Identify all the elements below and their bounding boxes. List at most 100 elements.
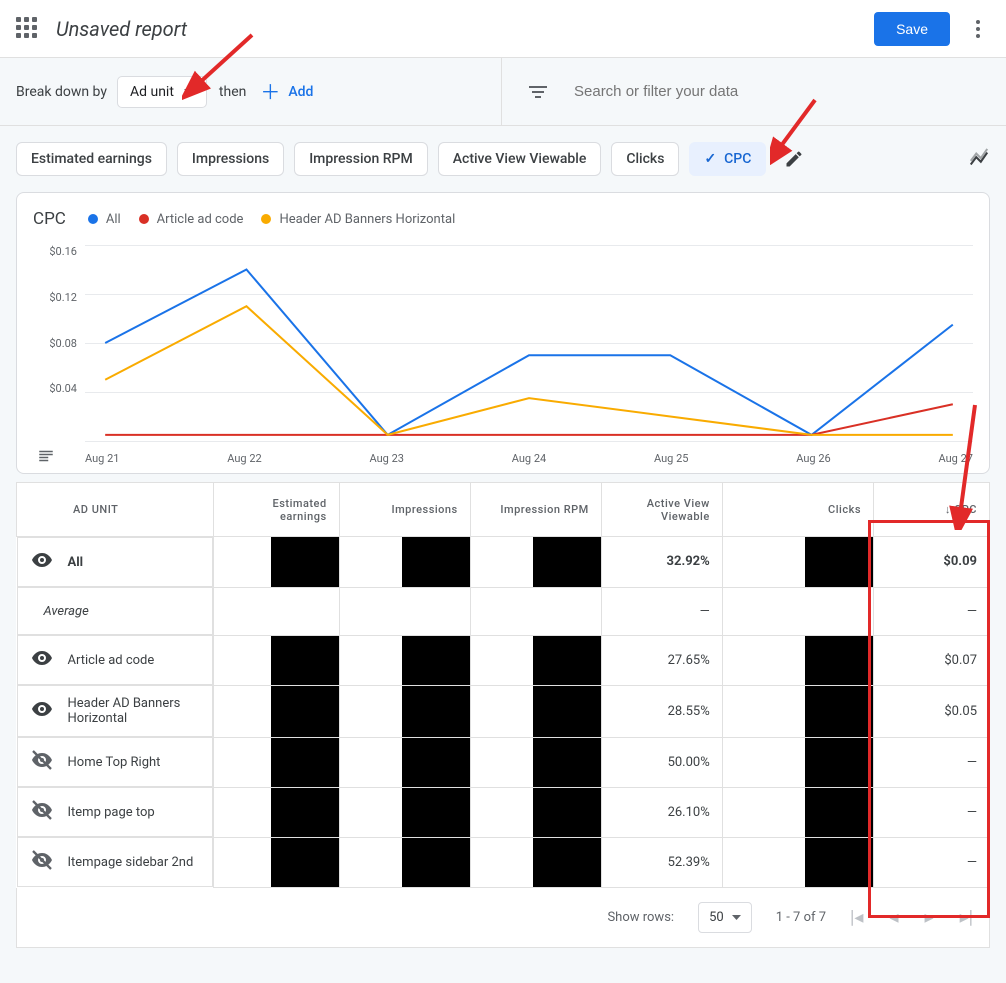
cell-rpm (470, 685, 601, 737)
check-icon: ✓ (704, 151, 716, 167)
breakdown-value: Ad unit (130, 84, 174, 100)
cell-cpc: $0.05 (873, 685, 989, 737)
table-row: Article ad code27.65%$0.07 (17, 635, 990, 685)
next-page-icon[interactable]: ▸ (925, 907, 934, 928)
col-cpc[interactable]: ↓ CPC (873, 483, 989, 537)
cell-impressions (339, 685, 470, 737)
visibility-toggle[interactable] (30, 848, 54, 876)
cell-earnings (213, 635, 339, 685)
sort-down-icon: ↓ (945, 503, 954, 516)
x-tick: Aug 27 (939, 452, 973, 465)
cell-name[interactable]: Itemp page top (17, 787, 213, 837)
cell-earnings (213, 787, 339, 837)
prev-page-icon[interactable]: ◂ (889, 907, 898, 928)
pagination: Show rows: 50 1 - 7 of 7 |◂ ◂ ▸ ▸| (16, 888, 990, 948)
table-row: Average—— (17, 587, 990, 635)
add-breakdown-button[interactable]: ＋ Add (260, 84, 313, 100)
cell-clicks (722, 837, 873, 887)
col-earnings[interactable]: Estimated earnings (213, 483, 339, 537)
breakdown-dropdown[interactable]: Ad unit (117, 76, 207, 108)
report-title[interactable]: Unsaved report (56, 17, 874, 41)
visibility-toggle[interactable] (30, 748, 54, 776)
visibility-toggle[interactable] (30, 646, 54, 674)
x-tick: Aug 23 (370, 452, 404, 465)
plus-icon: ＋ (260, 85, 280, 99)
x-tick: Aug 24 (512, 452, 546, 465)
table-row: Itemp page top26.10%— (17, 787, 990, 837)
report-table: AD UNIT Estimated earnings Impressions I… (16, 482, 990, 948)
cell-earnings (213, 587, 339, 635)
table-row: Home Top Right50.00%— (17, 737, 990, 787)
cell-viewable: 27.65% (601, 635, 722, 685)
first-page-icon[interactable]: |◂ (850, 907, 863, 928)
legend-all[interactable]: All (88, 212, 121, 227)
visibility-toggle[interactable] (30, 548, 54, 576)
search-input[interactable] (574, 83, 982, 100)
cell-name[interactable]: Home Top Right (17, 737, 213, 787)
filter-icon[interactable] (526, 80, 550, 104)
cell-clicks (722, 587, 873, 635)
breakdown-label: Break down by (16, 84, 107, 100)
chart-canvas (85, 245, 973, 441)
cell-name[interactable]: Average (17, 587, 213, 635)
x-tick: Aug 25 (654, 452, 688, 465)
visibility-toggle[interactable] (30, 798, 54, 826)
x-tick: Aug 22 (227, 452, 261, 465)
save-button[interactable]: Save (874, 12, 950, 46)
cell-impressions (339, 537, 470, 588)
table-row: All32.92%$0.09 (17, 537, 990, 588)
cell-earnings (213, 837, 339, 887)
chart-title: CPC (33, 209, 66, 229)
cell-cpc: — (873, 787, 989, 837)
cell-rpm (470, 537, 601, 588)
cell-earnings (213, 685, 339, 737)
chip-impression-rpm[interactable]: Impression RPM (294, 142, 428, 176)
legend-header[interactable]: Header AD Banners Horizontal (261, 212, 455, 227)
cell-name[interactable]: Article ad code (17, 635, 213, 685)
metric-chips: Estimated earnings Impressions Impressio… (0, 126, 1006, 192)
cell-earnings (213, 737, 339, 787)
cell-clicks (722, 737, 873, 787)
chip-active-view-viewable[interactable]: Active View Viewable (438, 142, 602, 176)
cell-viewable: — (601, 587, 722, 635)
cell-cpc: — (873, 837, 989, 887)
cell-cpc: — (873, 737, 989, 787)
legend-article[interactable]: Article ad code (139, 212, 244, 227)
pagination-range: 1 - 7 of 7 (776, 910, 826, 925)
topbar: Unsaved report Save (0, 0, 1006, 58)
cell-earnings (213, 537, 339, 588)
y-tick (33, 428, 77, 441)
col-clicks[interactable]: Clicks (722, 483, 873, 537)
cell-name[interactable]: Itempage sidebar 2nd (17, 837, 213, 887)
cell-viewable: 52.39% (601, 837, 722, 887)
show-rows-label: Show rows: (607, 910, 674, 925)
chip-estimated-earnings[interactable]: Estimated earnings (16, 142, 167, 176)
rows-per-page-select[interactable]: 50 (698, 902, 752, 933)
cell-name[interactable]: All (17, 537, 213, 587)
last-page-icon[interactable]: ▸| (960, 907, 973, 928)
col-rpm[interactable]: Impression RPM (470, 483, 601, 537)
chip-cpc[interactable]: ✓CPC (689, 142, 766, 176)
chip-clicks[interactable]: Clicks (611, 142, 679, 176)
cell-impressions (339, 837, 470, 887)
chart-card: CPC All Article ad code Header AD Banner… (16, 192, 990, 474)
chip-impressions[interactable]: Impressions (177, 142, 284, 176)
cell-impressions (339, 787, 470, 837)
compare-icon[interactable] (968, 148, 990, 170)
col-impressions[interactable]: Impressions (339, 483, 470, 537)
cell-impressions (339, 587, 470, 635)
visibility-toggle[interactable] (30, 697, 54, 725)
edit-icon[interactable] (784, 149, 804, 169)
cell-name[interactable]: Header AD Banners Horizontal (17, 685, 213, 737)
cell-clicks (722, 537, 873, 588)
apps-icon[interactable] (16, 17, 40, 41)
x-tick: Aug 26 (796, 452, 830, 465)
col-ad-unit[interactable]: AD UNIT (17, 483, 214, 537)
chevron-down-icon (732, 915, 741, 920)
table-row: Itempage sidebar 2nd 52.39% — (17, 837, 990, 887)
col-viewable[interactable]: Active View Viewable (601, 483, 722, 537)
notes-icon[interactable] (37, 447, 55, 465)
x-tick: Aug 21 (85, 452, 119, 465)
y-tick: $0.04 (33, 382, 77, 395)
more-options-icon[interactable] (966, 20, 990, 38)
